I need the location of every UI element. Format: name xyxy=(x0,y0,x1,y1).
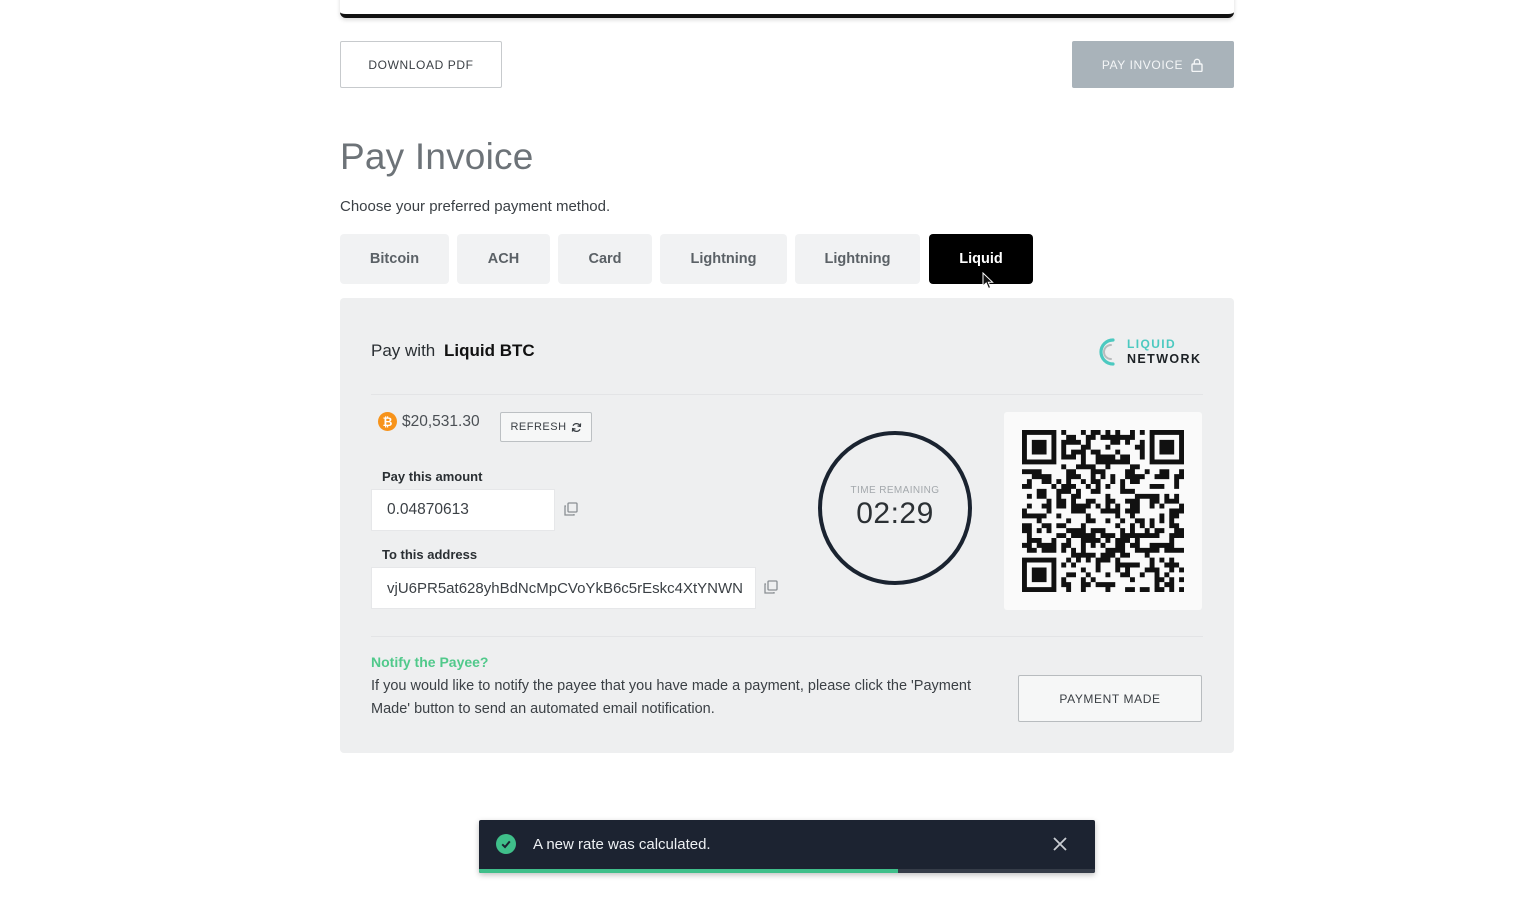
pay-invoice-button[interactable]: PAY INVOICE xyxy=(1072,41,1234,88)
amount-field[interactable]: 0.04870613 xyxy=(371,489,555,531)
toast-progress-track xyxy=(479,869,1095,873)
copy-amount-icon[interactable] xyxy=(563,501,579,517)
toast-message: A new rate was calculated. xyxy=(533,836,711,853)
copy-address-icon[interactable] xyxy=(763,579,779,595)
notify-payee-text: If you would like to notify the payee th… xyxy=(371,678,972,717)
tab-card[interactable]: Card xyxy=(558,234,652,284)
address-field[interactable]: vjU6PR5at628yhBdNcMpCVoYkB6c5rEskc4XtYNW… xyxy=(371,567,756,609)
check-circle-icon xyxy=(496,834,516,854)
countdown-timer: TIME REMAINING 02:29 xyxy=(818,431,972,585)
qr-code xyxy=(1022,430,1184,592)
qr-code-card xyxy=(1004,412,1202,610)
divider xyxy=(371,394,1203,395)
timer-value: 02:29 xyxy=(856,497,934,530)
download-pdf-button[interactable]: DOWNLOAD PDF xyxy=(340,41,502,88)
pay-invoice-label: PAY INVOICE xyxy=(1101,57,1184,72)
amount-label: Pay this amount xyxy=(382,469,483,484)
refresh-icon xyxy=(571,422,581,432)
bitcoin-icon: ₿ xyxy=(378,412,397,431)
liquid-logo-bottom-text: NETWORK xyxy=(1127,352,1202,366)
tab-liquid[interactable]: Liquid xyxy=(929,234,1033,284)
tab-lightning[interactable]: Lightning xyxy=(660,234,787,284)
tab-lightning-2[interactable]: Lightning xyxy=(795,234,920,284)
refresh-label: REFRESH xyxy=(510,421,567,433)
address-label: To this address xyxy=(382,547,478,562)
liquid-network-logo: LIQUID NETWORK xyxy=(1091,334,1202,370)
notify-payee-title: Notify the Payee? xyxy=(371,654,489,670)
pay-with-heading: Pay with Liquid BTC xyxy=(371,341,535,361)
page-subtitle: Choose your preferred payment method. xyxy=(340,198,611,215)
close-icon[interactable] xyxy=(1051,835,1069,853)
liquid-logo-top-text: LIQUID xyxy=(1127,337,1177,351)
pay-with-prefix: Pay with xyxy=(371,341,436,360)
payment-made-button[interactable]: PAYMENT MADE xyxy=(1018,675,1202,722)
refresh-rate-button[interactable]: REFRESH xyxy=(500,412,592,442)
page-title: Pay Invoice xyxy=(340,136,534,177)
divider xyxy=(371,636,1203,637)
toast-progress-fill xyxy=(479,869,898,873)
liquid-logo-icon xyxy=(1099,338,1115,366)
lock-icon xyxy=(1191,58,1203,72)
tab-ach[interactable]: ACH xyxy=(457,234,550,284)
toast-notification: A new rate was calculated. xyxy=(479,820,1095,873)
tab-bitcoin[interactable]: Bitcoin xyxy=(340,234,449,284)
mouse-cursor-icon xyxy=(982,272,994,290)
btc-rate: ₿ $20,531.30 xyxy=(378,412,480,431)
invoice-card-bottom-edge xyxy=(340,0,1234,18)
liquid-payment-panel: Pay with Liquid BTC LIQUID NETWORK ₿ $20… xyxy=(340,298,1234,753)
timer-label: TIME REMAINING xyxy=(850,485,940,496)
pay-with-method: Liquid BTC xyxy=(443,341,535,360)
btc-rate-value: $20,531.30 xyxy=(402,412,480,430)
